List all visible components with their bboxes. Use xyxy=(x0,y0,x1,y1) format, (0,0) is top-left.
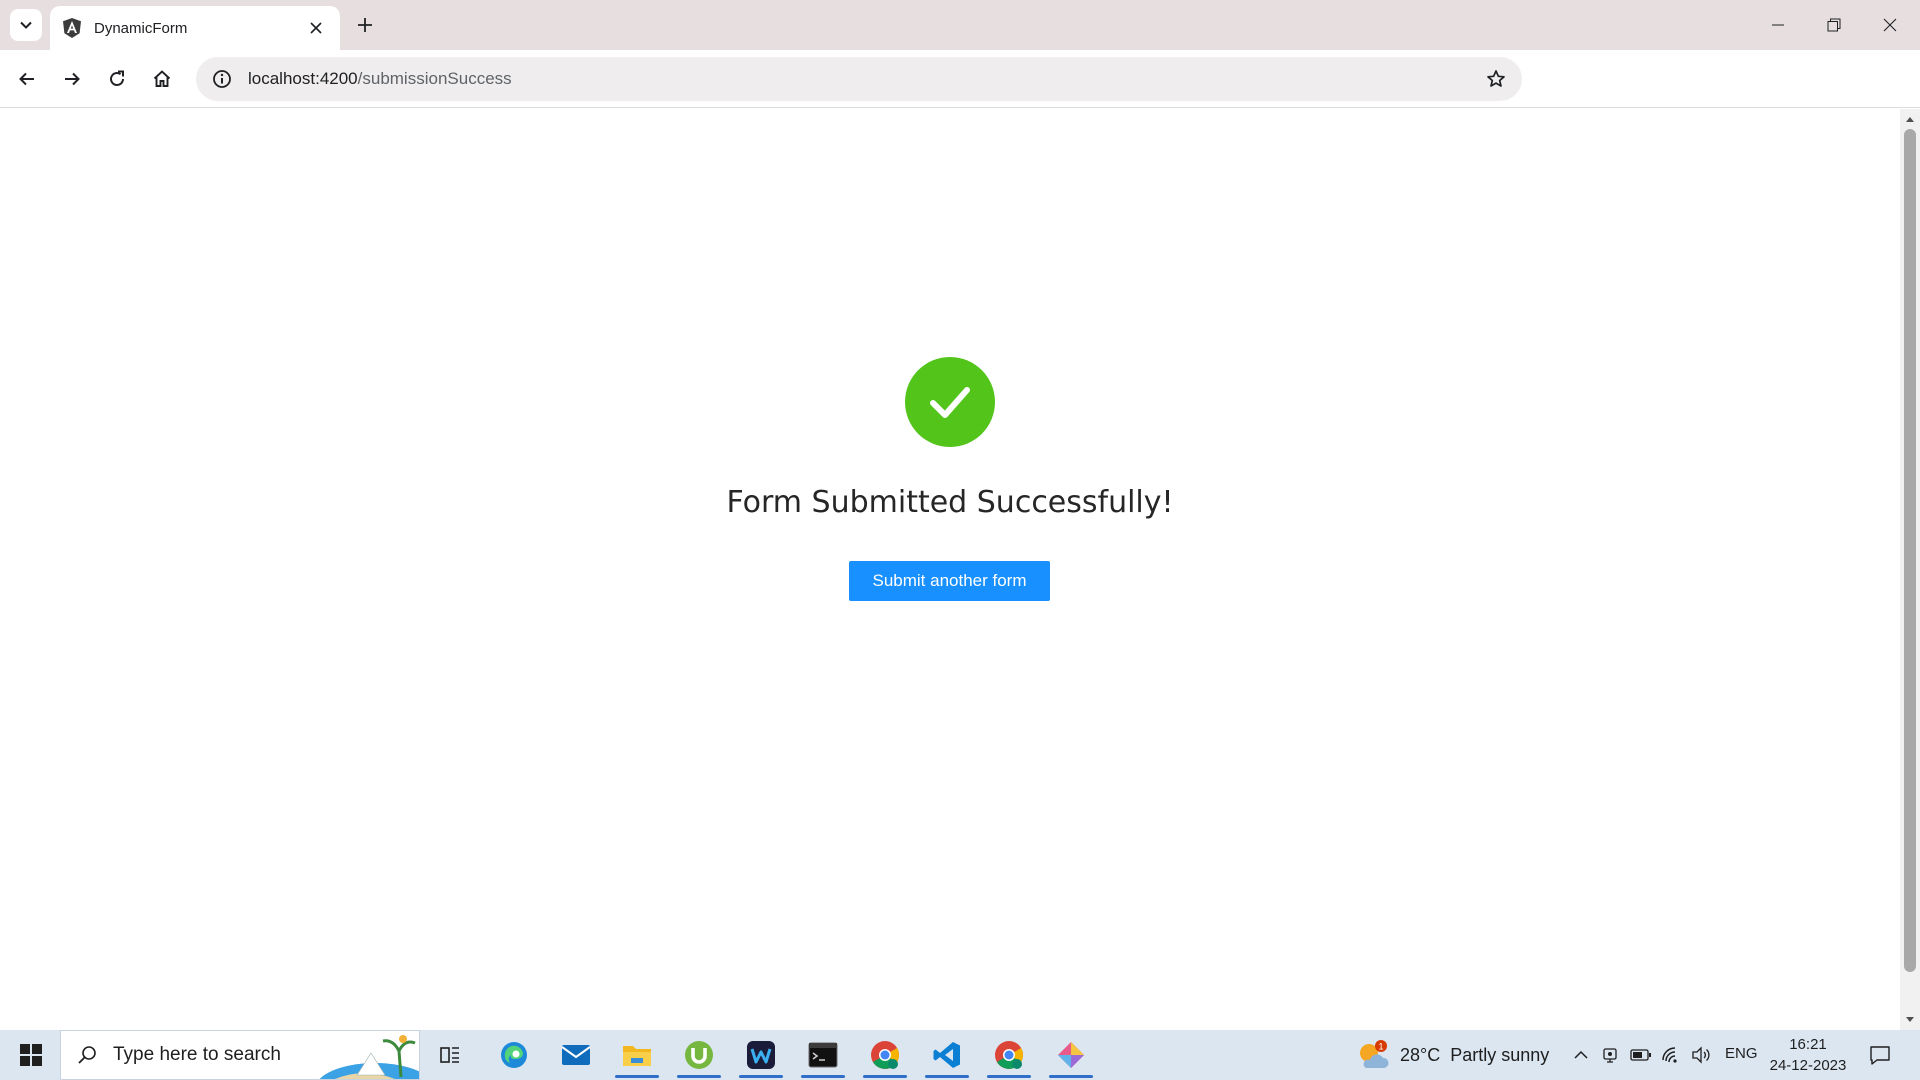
browser-title-bar: DynamicForm xyxy=(0,0,1920,50)
chrome-icon xyxy=(995,1041,1023,1069)
tab-search-button[interactable] xyxy=(10,9,42,41)
home-icon xyxy=(153,70,171,87)
page-viewport: Form Submitted Successfully! Submit anot… xyxy=(0,109,1900,1030)
arrow-right-icon xyxy=(65,72,80,86)
taskbar-search-box[interactable]: Type here to search xyxy=(60,1030,420,1080)
taskbar-edge[interactable] xyxy=(488,1030,540,1080)
restore-button[interactable] xyxy=(1806,0,1862,50)
weather-temperature: 28°C xyxy=(1400,1044,1441,1065)
address-url[interactable]: localhost:4200/submissionSuccess xyxy=(248,69,1484,89)
beach-highlight-icon xyxy=(319,1035,419,1079)
taskbar-webex[interactable] xyxy=(735,1030,787,1080)
search-placeholder: Type here to search xyxy=(113,1044,281,1065)
url-host: localhost:4200 xyxy=(248,69,358,88)
running-indicator xyxy=(615,1075,659,1078)
mail-icon xyxy=(561,1045,591,1065)
scroll-thumb[interactable] xyxy=(1904,129,1916,972)
taskbar-chrome-1[interactable] xyxy=(859,1030,911,1080)
chevron-down-icon xyxy=(20,21,32,29)
success-check-icon xyxy=(905,357,995,447)
arrow-left-icon xyxy=(19,72,34,86)
windows-taskbar: Type here to search 1 28°C Partly sunny … xyxy=(0,1030,1920,1080)
taskbar-terminal[interactable] xyxy=(797,1030,849,1080)
volume-icon[interactable] xyxy=(1689,1043,1713,1067)
minimize-button[interactable] xyxy=(1750,0,1806,50)
angular-favicon-icon xyxy=(62,18,82,38)
page-scrollbar[interactable] xyxy=(1900,109,1920,1030)
reload-icon xyxy=(110,70,124,86)
plus-icon xyxy=(358,18,372,32)
vscode-icon xyxy=(933,1042,960,1068)
chrome-icon xyxy=(871,1041,899,1069)
tab-title: DynamicForm xyxy=(94,19,188,37)
bookmark-star-icon[interactable] xyxy=(1484,67,1508,91)
webex-icon xyxy=(747,1041,775,1069)
utorrent-icon xyxy=(685,1041,713,1069)
back-button[interactable] xyxy=(9,61,45,97)
submit-another-form-button[interactable]: Submit another form xyxy=(849,561,1050,601)
show-hidden-icons-chevron-up-icon[interactable] xyxy=(1569,1043,1593,1067)
running-indicator xyxy=(863,1075,907,1078)
close-icon xyxy=(1883,18,1897,32)
windows-logo-icon xyxy=(20,1044,42,1066)
clock-date: 24-12-2023 xyxy=(1769,1057,1847,1074)
taskbar-clock[interactable]: 16:21 24-12-2023 xyxy=(1768,1034,1848,1076)
search-icon xyxy=(75,1043,99,1067)
battery-icon[interactable] xyxy=(1629,1043,1653,1067)
home-button[interactable] xyxy=(144,61,180,97)
scroll-down-arrow-icon[interactable] xyxy=(1905,1015,1915,1025)
reload-button[interactable] xyxy=(99,61,135,97)
site-info-icon[interactable] xyxy=(210,67,234,91)
diamond-app-icon xyxy=(1058,1042,1084,1068)
task-view-button[interactable] xyxy=(424,1030,476,1080)
clock-time: 16:21 xyxy=(1789,1036,1827,1053)
success-title: Form Submitted Successfully! xyxy=(726,485,1174,520)
running-indicator xyxy=(987,1075,1031,1078)
taskbar-file-explorer[interactable] xyxy=(611,1030,663,1080)
weather-badge: 1 xyxy=(1378,1042,1383,1052)
meet-now-icon[interactable] xyxy=(1599,1043,1623,1067)
new-tab-button[interactable] xyxy=(350,10,380,40)
browser-tab-active[interactable]: DynamicForm xyxy=(50,6,340,50)
tab-close-icon[interactable] xyxy=(306,18,326,38)
taskbar-utorrent[interactable] xyxy=(673,1030,725,1080)
taskbar-chrome-2[interactable] xyxy=(983,1030,1035,1080)
url-path: /submissionSuccess xyxy=(357,69,512,88)
running-indicator xyxy=(677,1075,721,1078)
restore-icon xyxy=(1827,18,1841,32)
folder-icon xyxy=(623,1046,651,1066)
weather-widget[interactable]: 1 28°C Partly sunny xyxy=(1356,1030,1549,1080)
taskbar-vscode[interactable] xyxy=(921,1030,973,1080)
taskbar-git-app[interactable] xyxy=(1045,1030,1097,1080)
close-window-button[interactable] xyxy=(1862,0,1918,50)
taskbar-mail[interactable] xyxy=(550,1030,602,1080)
weather-partly-sunny-icon: 1 xyxy=(1360,1040,1389,1068)
minimize-icon xyxy=(1772,24,1784,26)
running-indicator xyxy=(739,1075,783,1078)
scroll-up-arrow-icon[interactable] xyxy=(1905,114,1915,124)
notifications-icon[interactable] xyxy=(1868,1043,1892,1067)
weather-description: Partly sunny xyxy=(1450,1044,1550,1065)
language-indicator[interactable]: ENG xyxy=(1725,1045,1758,1062)
browser-toolbar: localhost:4200/submissionSuccess A xyxy=(0,50,1920,142)
edge-icon xyxy=(501,1042,527,1068)
running-indicator xyxy=(925,1075,969,1078)
wifi-icon[interactable] xyxy=(1659,1043,1683,1067)
running-indicator xyxy=(1049,1075,1093,1078)
start-button[interactable] xyxy=(8,1030,54,1080)
forward-button[interactable] xyxy=(54,61,90,97)
address-bar[interactable]: localhost:4200/submissionSuccess xyxy=(196,57,1522,101)
task-view-icon xyxy=(440,1047,459,1063)
terminal-icon xyxy=(808,1042,838,1068)
running-indicator xyxy=(801,1075,845,1078)
